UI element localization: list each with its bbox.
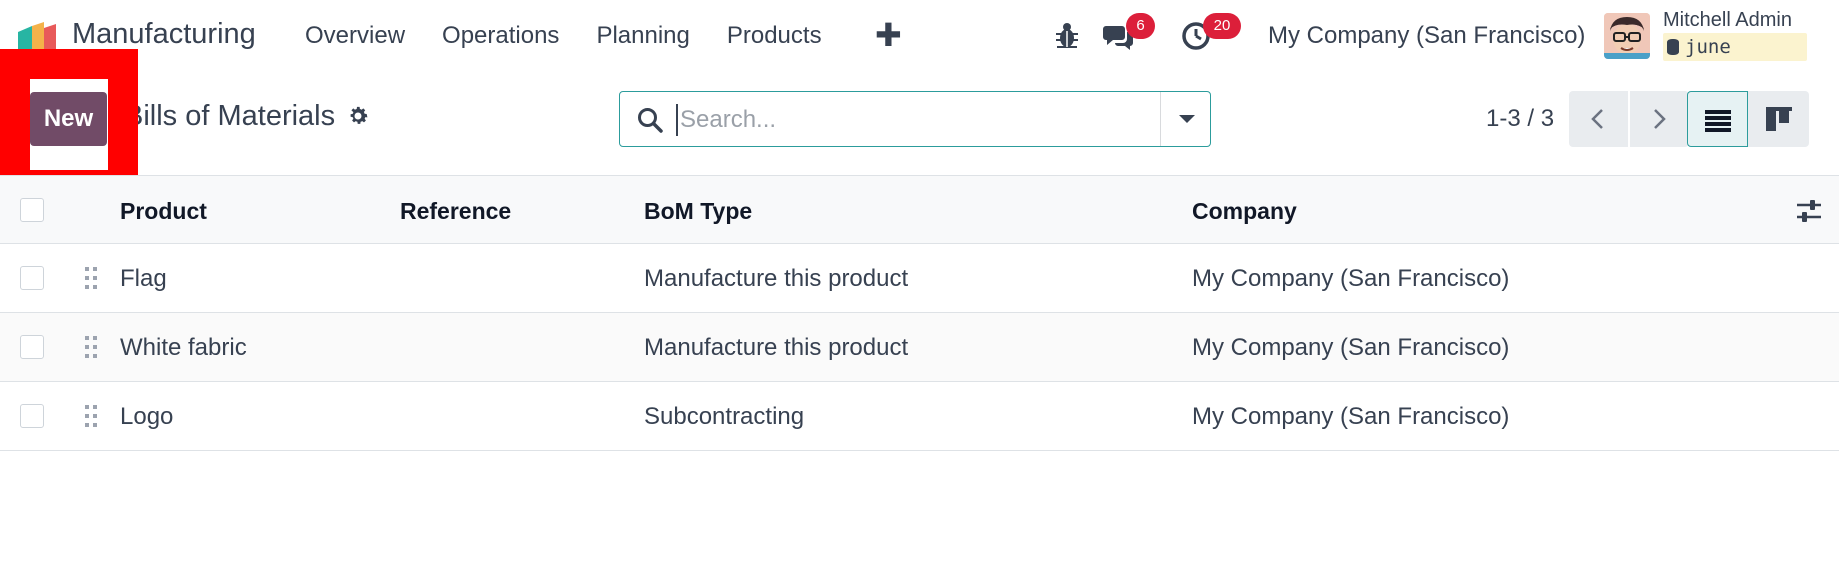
messages-badge: 6 <box>1126 13 1155 39</box>
bug-icon[interactable] <box>1054 20 1080 50</box>
bom-list: Product Reference BoM Type Company Flag … <box>0 175 1839 451</box>
user-avatar[interactable] <box>1604 13 1650 59</box>
manufacturing-app-icon[interactable] <box>14 20 58 54</box>
pager-buttons <box>1569 91 1689 147</box>
top-navbar: Manufacturing Overview Operations Planni… <box>0 0 1839 72</box>
pager-previous-button[interactable] <box>1569 91 1628 147</box>
cell-product: Flag <box>120 265 167 292</box>
row-checkbox[interactable] <box>20 266 44 290</box>
column-header-company[interactable]: Company <box>1192 198 1297 225</box>
cell-product: White fabric <box>120 334 247 361</box>
list-view-icon <box>1705 110 1731 132</box>
chevron-left-icon <box>1591 109 1603 129</box>
select-all-checkbox[interactable] <box>20 198 44 222</box>
cell-bom-type: Manufacture this product <box>644 334 909 361</box>
menu-operations[interactable]: Operations <box>442 22 559 50</box>
page-title: Bills of Materials <box>124 100 336 132</box>
cell-company: My Company (San Francisco) <box>1192 334 1510 361</box>
column-header-product[interactable]: Product <box>120 198 207 225</box>
column-header-bom-type[interactable]: BoM Type <box>644 198 752 225</box>
pager-value[interactable]: 1-3 / 3 <box>1486 105 1554 133</box>
drag-handle-icon[interactable] <box>84 335 98 359</box>
table-row[interactable]: Flag Manufacture this product My Company… <box>0 244 1839 313</box>
menu-products[interactable]: Products <box>727 22 822 50</box>
kanban-view-icon <box>1766 107 1792 131</box>
cell-bom-type: Manufacture this product <box>644 265 909 292</box>
plus-icon[interactable]: ✚ <box>875 16 902 54</box>
pager-next-button[interactable] <box>1630 91 1689 147</box>
chevron-right-icon <box>1654 109 1666 129</box>
database-name: june <box>1685 36 1731 58</box>
table-row[interactable]: White fabric Manufacture this product My… <box>0 313 1839 382</box>
list-view-button[interactable] <box>1687 91 1748 147</box>
cell-company: My Company (San Francisco) <box>1192 403 1510 430</box>
menu-planning[interactable]: Planning <box>596 22 689 50</box>
drag-handle-icon[interactable] <box>84 404 98 428</box>
search-input[interactable] <box>676 104 1126 136</box>
activities-badge: 20 <box>1203 13 1241 39</box>
main-menu: Overview Operations Planning Products <box>305 22 859 50</box>
list-header: Product Reference BoM Type Company <box>0 175 1839 244</box>
optional-columns-sliders-icon[interactable] <box>1795 198 1823 224</box>
avatar-icon <box>1604 13 1650 59</box>
table-row[interactable]: Logo Subcontracting My Company (San Fran… <box>0 382 1839 451</box>
app-name[interactable]: Manufacturing <box>72 18 256 51</box>
kanban-view-button[interactable] <box>1748 91 1809 147</box>
column-header-reference[interactable]: Reference <box>400 198 511 225</box>
database-badge: june <box>1663 33 1807 61</box>
new-button[interactable]: New <box>30 92 107 146</box>
cell-company: My Company (San Francisco) <box>1192 265 1510 292</box>
company-switcher[interactable]: My Company (San Francisco) <box>1268 22 1585 50</box>
search-icon[interactable] <box>636 106 664 134</box>
search-options-toggle[interactable] <box>1160 92 1210 146</box>
search-bar <box>619 91 1211 147</box>
cell-bom-type: Subcontracting <box>644 403 805 430</box>
drag-handle-icon[interactable] <box>84 266 98 290</box>
row-checkbox[interactable] <box>20 335 44 359</box>
user-name[interactable]: Mitchell Admin <box>1663 9 1792 32</box>
gear-icon[interactable] <box>346 104 370 128</box>
database-icon <box>1667 39 1679 55</box>
caret-down-icon <box>1179 115 1195 123</box>
menu-overview[interactable]: Overview <box>305 22 405 50</box>
cell-product: Logo <box>120 403 174 430</box>
row-checkbox[interactable] <box>20 404 44 428</box>
